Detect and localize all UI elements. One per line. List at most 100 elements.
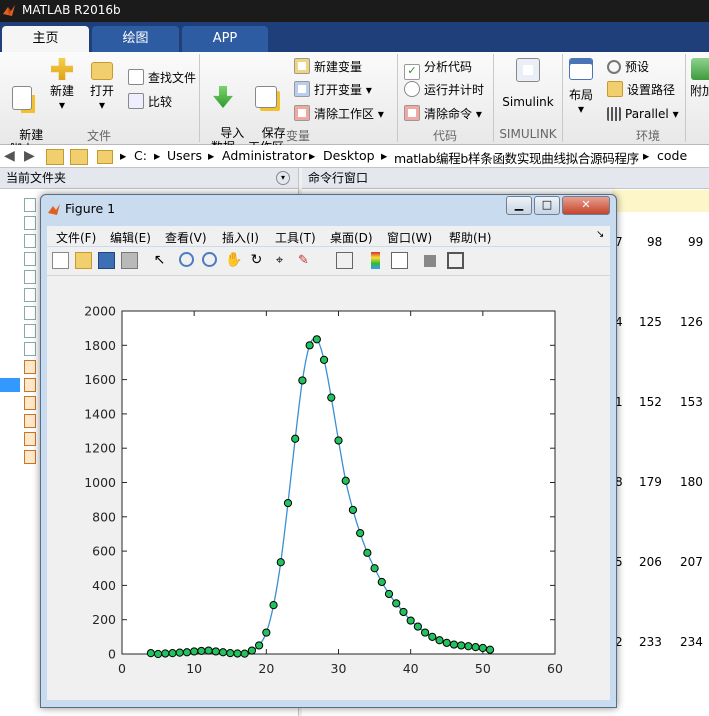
new-variable-button[interactable]: 新建变量 [294, 58, 362, 76]
new-figure-icon[interactable] [52, 252, 69, 269]
compare-label: 比较 [148, 95, 173, 109]
current-folder-title: 当前文件夹 [6, 171, 67, 185]
file-icon[interactable] [24, 234, 36, 248]
parallel-button[interactable]: Parallel ▾ [607, 105, 679, 123]
menu-desktop[interactable]: 桌面(D) [330, 229, 373, 246]
brush-icon[interactable]: ✎ [295, 252, 312, 269]
section-code: 代码 [432, 129, 457, 143]
data-cursor-icon[interactable]: ⌖ [271, 252, 288, 269]
zoom-out-icon[interactable] [202, 252, 217, 267]
m-file-icon[interactable] [24, 396, 36, 410]
breadcrumb-item[interactable]: Desktop [323, 148, 375, 163]
notification-bar [612, 190, 709, 212]
menu-window[interactable]: 窗口(W) [387, 229, 432, 246]
addons-button[interactable]: 附加 [687, 58, 709, 98]
y-tick-label: 1600 [84, 372, 116, 387]
print-icon[interactable] [121, 252, 138, 269]
select-arrow-icon[interactable]: ↖ [151, 252, 168, 269]
file-icon[interactable] [24, 198, 36, 212]
open-button[interactable]: 打开 ▾ [86, 58, 118, 112]
hide-plot-tools-icon[interactable] [424, 255, 436, 267]
data-point [449, 640, 459, 649]
plot-axes[interactable]: 0 10 20 30 40 50 60020040060080010001200140016… [47, 276, 610, 700]
file-icon[interactable] [24, 288, 36, 302]
menu-view[interactable]: 查看(V) [165, 229, 207, 246]
breadcrumb-item[interactable]: Users [167, 148, 202, 163]
run-and-time-button[interactable]: 运行并计时 [404, 81, 484, 99]
m-file-icon[interactable] [24, 450, 36, 464]
menu-edit[interactable]: 编辑(E) [110, 229, 151, 246]
simulink-button[interactable]: Simulink [500, 58, 556, 109]
data-point [298, 376, 307, 385]
breadcrumb-item[interactable]: matlab编程b样条函数实现曲线拟合源码程序 [394, 148, 639, 167]
data-point [182, 648, 192, 657]
m-file-icon[interactable] [24, 432, 36, 446]
file-icon[interactable] [24, 324, 36, 338]
data-point [457, 641, 466, 650]
breadcrumb-item[interactable]: Administrator [222, 148, 307, 163]
analyze-code-button[interactable]: ✓ 分析代码 [404, 58, 472, 80]
tab-plots[interactable]: 绘图 [92, 26, 179, 52]
clear-workspace-button[interactable]: 清除工作区 ▾ [294, 105, 384, 123]
panel-menu-icon[interactable]: ▾ [276, 171, 290, 185]
preferences-button[interactable]: 预设 [607, 58, 649, 76]
link-plot-icon[interactable] [336, 252, 353, 269]
open-file-icon[interactable] [75, 252, 92, 269]
rotate-3d-icon[interactable]: ↻ [248, 252, 265, 269]
file-icon[interactable] [24, 342, 36, 356]
dock-icon[interactable]: ↘ [596, 229, 604, 240]
pan-icon[interactable]: ✋ [225, 252, 242, 269]
show-plot-tools-icon[interactable] [447, 252, 464, 269]
figure-window[interactable]: Figure 1 ▁ □ ✕ 文件(F) 编辑(E) 查看(V) 插入(I) 工… [40, 194, 617, 708]
set-path-button[interactable]: 设置路径 [607, 81, 675, 99]
back-arrow-icon[interactable]: ◀ [4, 148, 15, 164]
breadcrumb-item[interactable]: C: [134, 148, 147, 163]
x-tick-label: 30 [331, 661, 347, 676]
breadcrumb-item[interactable]: code [657, 148, 687, 163]
colorbar-icon[interactable] [371, 252, 380, 269]
file-icon[interactable] [24, 252, 36, 266]
menu-help[interactable]: 帮助(H) [449, 229, 491, 246]
legend-icon[interactable] [391, 252, 408, 269]
data-point [406, 616, 415, 625]
data-point [291, 434, 300, 443]
m-file-icon[interactable] [24, 414, 36, 428]
maximize-button[interactable]: □ [534, 196, 560, 215]
file-icon[interactable] [24, 216, 36, 230]
save-icon[interactable] [98, 252, 115, 269]
up-folder-icon[interactable] [46, 149, 64, 165]
output-number: 179 [639, 475, 662, 489]
find-files-button[interactable]: 查找文件 [128, 69, 196, 87]
tab-home[interactable]: 主页 [2, 26, 89, 52]
new-button[interactable]: 新建 ▾ [44, 58, 80, 112]
menu-file[interactable]: 文件(F) [56, 229, 96, 246]
tab-apps[interactable]: APP [182, 26, 268, 52]
ribbon-tabbar: 主页 绘图 APP [0, 22, 709, 52]
parallel-dropdown-icon: ▾ [672, 107, 679, 121]
clear-commands-button[interactable]: 清除命令 ▾ [404, 105, 482, 123]
minimize-button[interactable]: ▁ [506, 196, 532, 215]
compare-button[interactable]: 比较 [128, 93, 172, 111]
menu-insert[interactable]: 插入(I) [222, 229, 259, 246]
output-number: 206 [639, 555, 662, 569]
open-variable-icon [294, 81, 310, 97]
open-variable-button[interactable]: 打开变量 ▾ [294, 81, 372, 99]
figure-canvas[interactable]: 0 10 20 30 40 50 60 0 200 400 600 800 1000 1200 1400 16… [47, 276, 610, 700]
new-variable-icon [294, 58, 310, 74]
file-icon[interactable] [24, 270, 36, 284]
x-tick-label: 10 [186, 661, 202, 676]
zoom-in-icon[interactable] [179, 252, 194, 267]
m-file-icon[interactable] [24, 360, 36, 374]
forward-arrow-icon[interactable]: ▶ [24, 148, 35, 164]
menu-tools[interactable]: 工具(T) [275, 229, 316, 246]
m-file-icon[interactable] [24, 378, 36, 392]
browse-folder-icon[interactable] [70, 149, 88, 165]
data-point [204, 646, 213, 655]
plot-area [121, 310, 556, 655]
close-icon: ✕ [581, 198, 591, 211]
data-point [305, 341, 314, 350]
layout-button[interactable]: 布局 ▾ [566, 58, 596, 116]
new-variable-label: 新建变量 [314, 60, 363, 74]
file-icon[interactable] [24, 306, 36, 320]
close-button[interactable]: ✕ [562, 196, 610, 215]
